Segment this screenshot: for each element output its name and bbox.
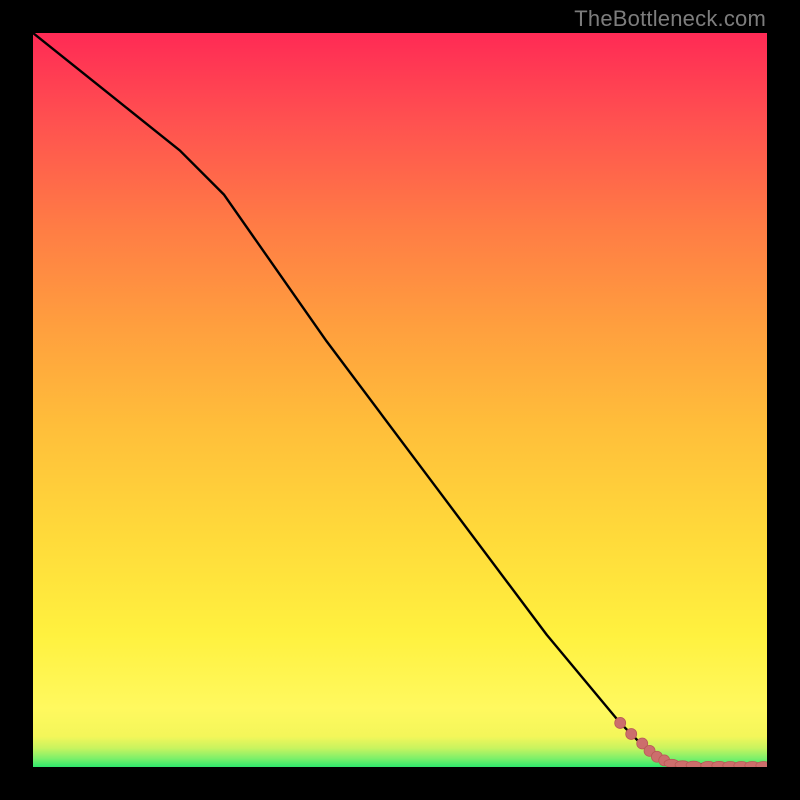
bottleneck-curve (33, 33, 767, 766)
marker-point (615, 717, 626, 728)
chart-stage: TheBottleneck.com (0, 0, 800, 800)
chart-overlay (33, 33, 767, 767)
marker-layer (615, 717, 767, 767)
attribution-label: TheBottleneck.com (574, 6, 766, 32)
marker-point (686, 761, 701, 767)
curve-layer (33, 33, 767, 766)
marker-point (626, 728, 637, 739)
plot-area (33, 33, 767, 767)
